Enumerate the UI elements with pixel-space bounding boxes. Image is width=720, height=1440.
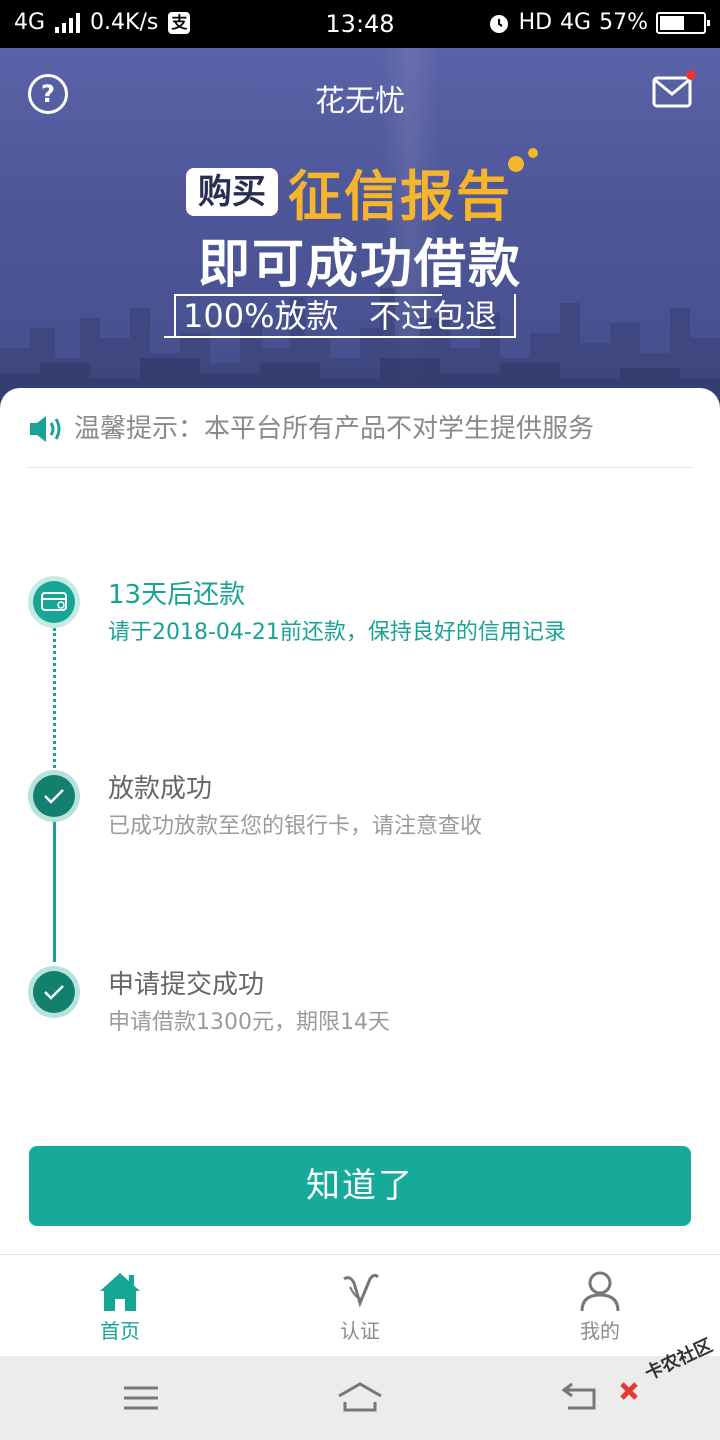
timeline-desc: 请于2018-04-21前还款，保持良好的信用记录 — [108, 620, 566, 645]
timeline-connector-solid — [53, 820, 56, 962]
timeline-desc: 申请借款1300元，期限14天 — [108, 1010, 390, 1035]
alarm-icon — [489, 14, 508, 33]
menu-icon[interactable] — [116, 1378, 166, 1418]
tab-label: 首页 — [100, 1319, 140, 1343]
verify-icon — [343, 1273, 380, 1308]
timeline-title: 申请提交成功 — [108, 970, 265, 1000]
timeline-node-repay — [28, 576, 80, 628]
mail-icon[interactable] — [652, 74, 692, 110]
timeline-connector-dotted — [53, 628, 56, 768]
back-icon[interactable] — [556, 1378, 606, 1418]
bottom-tab-bar: 首页 认证 我的 — [0, 1254, 720, 1356]
promo-tagline: 100%放款 不过包退 — [182, 297, 497, 335]
home-nav-icon[interactable] — [335, 1378, 385, 1418]
timeline-node-submitted — [28, 966, 80, 1018]
tab-label: 认证 — [340, 1319, 380, 1343]
timeline-title: 放款成功 — [108, 774, 213, 804]
timeline-title: 13天后还款 — [108, 580, 246, 610]
system-nav-bar — [0, 1356, 720, 1440]
check-icon — [44, 985, 64, 1000]
notification-dot — [686, 70, 696, 80]
tab-verify[interactable]: 认证 — [240, 1255, 480, 1357]
status-right: HD 4G 57% — [487, 10, 710, 35]
profile-icon — [580, 1271, 620, 1312]
tab-label: 我的 — [580, 1319, 620, 1343]
network-right: 4G — [560, 10, 592, 35]
status-bar: 4G 0.4K/s 支 13:48 HD 4G 57% — [0, 0, 720, 48]
promo-banner[interactable]: ? 花无忧 购买 征信报告 即可成功借款 100%放款 不过包退 — [0, 48, 720, 408]
page-title: 花无忧 — [315, 84, 405, 119]
check-icon — [44, 789, 64, 804]
tab-home[interactable]: 首页 — [0, 1255, 240, 1357]
card-icon — [41, 592, 67, 611]
loan-status-card: 温馨提示：本平台所有产品不对学生提供服务 13天后还款 请于2018-04-21… — [0, 388, 720, 1254]
home-icon — [100, 1273, 140, 1311]
promo-line-1: 购买 征信报告 — [186, 152, 512, 231]
battery-icon — [656, 11, 710, 34]
hd-label: HD — [518, 10, 553, 35]
credit-report-text: 征信报告 — [288, 165, 512, 228]
notice-text: 温馨提示：本平台所有产品不对学生提供服务 — [74, 414, 595, 444]
timeline-desc: 已成功放款至您的银行卡，请注意查收 — [108, 814, 483, 839]
battery-percent: 57% — [599, 10, 648, 35]
speaker-icon — [30, 416, 61, 442]
promo-tagline-box: 100%放款 不过包退 — [164, 294, 516, 342]
timeline-node-disbursed — [28, 770, 80, 822]
got-it-button[interactable]: 知道了 — [29, 1146, 691, 1226]
promo-headline: 即可成功借款 — [197, 235, 522, 295]
notice-bar: 温馨提示：本平台所有产品不对学生提供服务 — [28, 412, 692, 468]
buy-chip: 购买 — [186, 167, 278, 216]
